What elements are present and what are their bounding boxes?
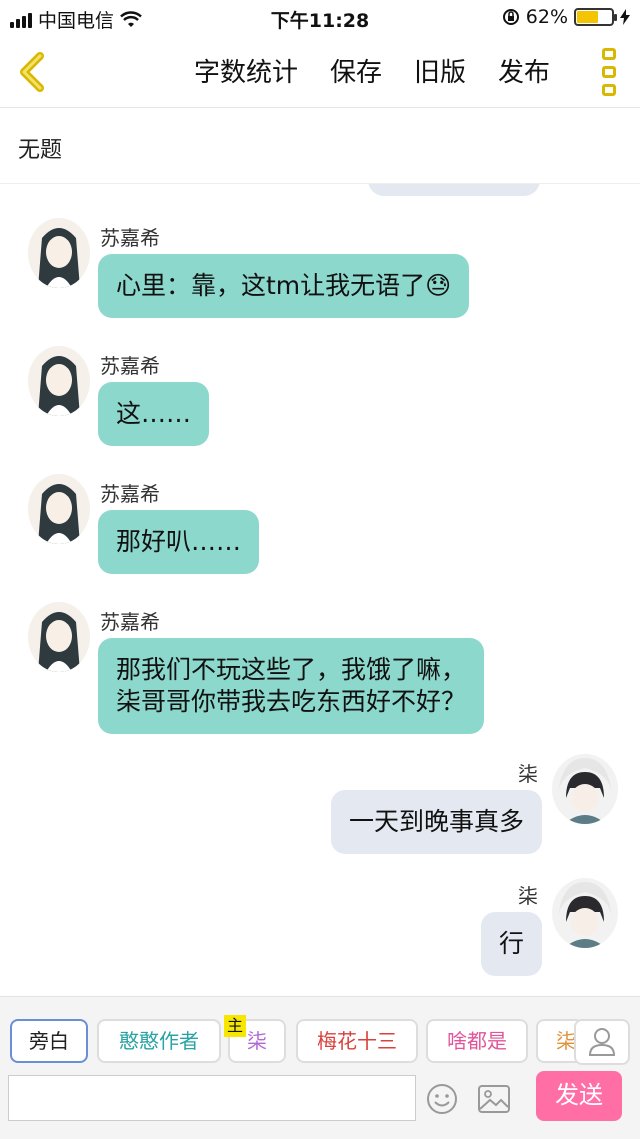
- message-text-line: 柒哥哥你带我去吃东西好不好？: [116, 687, 467, 716]
- top-nav: 字数统计 保存 旧版 发布: [0, 36, 640, 108]
- chat-area[interactable]: 苏嘉希 心里：靠，这tm让我无语了😓 苏嘉希 这…… 苏嘉希 那好叭…… 苏嘉希…: [0, 184, 640, 996]
- add-role-button[interactable]: [574, 1019, 630, 1065]
- more-menu-icon[interactable]: [602, 48, 618, 96]
- avatar[interactable]: [28, 602, 90, 672]
- charging-icon: [620, 9, 630, 25]
- message-bubble: 行: [480, 912, 542, 976]
- role-chip[interactable]: 憨憨作者: [97, 1019, 221, 1063]
- avatar[interactable]: [28, 474, 90, 544]
- message-bubble: 那好叭……: [98, 510, 260, 574]
- sender-name: 苏嘉希: [100, 354, 160, 378]
- role-chip[interactable]: 柒: [536, 1019, 578, 1063]
- message-text: 这……: [116, 399, 192, 428]
- battery-percent: 62%: [525, 6, 568, 28]
- message-bubble: 那我们不玩这些了，我饿了嘛， 柒哥哥你带我去吃东西好不好？: [98, 638, 485, 734]
- status-bar: 中国电信 下午11:28 62%: [0, 0, 640, 36]
- old-version-button[interactable]: 旧版: [414, 52, 466, 89]
- sweat-emoji-icon: 😓: [425, 271, 452, 300]
- main-role-badge: 主: [224, 1015, 246, 1037]
- avatar[interactable]: [552, 754, 618, 824]
- message-text: 那好叭……: [116, 527, 242, 556]
- avatar[interactable]: [552, 878, 618, 948]
- message-text: 一天到晚事真多: [348, 807, 524, 836]
- role-chip-label: 啥都是: [447, 1029, 507, 1053]
- sender-name: 苏嘉希: [100, 610, 160, 634]
- composer: 旁白 憨憨作者 柒 梅花十三 啥都是 柒 主 发送: [0, 996, 640, 1139]
- sender-name: 苏嘉希: [100, 482, 160, 506]
- back-chevron-icon[interactable]: [12, 50, 56, 94]
- orientation-lock-icon: [502, 9, 519, 25]
- message-text-line: 那我们不玩这些了，我饿了嘛，: [116, 655, 467, 684]
- role-chip-label: 梅花十三: [317, 1029, 397, 1053]
- send-button[interactable]: 发送: [536, 1071, 622, 1121]
- sender-name: 柒: [518, 884, 538, 908]
- image-icon[interactable]: [478, 1085, 510, 1113]
- avatar[interactable]: [28, 218, 90, 288]
- message-input[interactable]: [8, 1075, 416, 1121]
- publish-button[interactable]: 发布: [498, 52, 550, 89]
- person-icon: [588, 1028, 616, 1056]
- previous-message-bubble: [368, 184, 540, 196]
- avatar[interactable]: [28, 346, 90, 416]
- battery-icon: [574, 8, 617, 26]
- role-selector: 旁白 憨憨作者 柒 梅花十三 啥都是 柒: [8, 1019, 578, 1063]
- role-chip-label: 柒: [556, 1029, 576, 1053]
- emoji-icon[interactable]: [426, 1083, 458, 1115]
- message-bubble: 这……: [98, 382, 210, 446]
- sender-name: 苏嘉希: [100, 226, 160, 250]
- message-text: 心里：靠，这tm让我无语了: [116, 271, 426, 300]
- role-chip-narration[interactable]: 旁白: [10, 1019, 88, 1063]
- role-chip-label: 憨憨作者: [119, 1029, 199, 1053]
- story-title[interactable]: 无题: [0, 108, 640, 184]
- role-chip[interactable]: 啥都是: [426, 1019, 528, 1063]
- word-count-button[interactable]: 字数统计: [194, 52, 298, 89]
- message-bubble: 心里：靠，这tm让我无语了😓: [98, 254, 470, 318]
- sender-name: 柒: [518, 762, 538, 786]
- role-chip[interactable]: 梅花十三: [296, 1019, 418, 1063]
- role-chip-label: 柒: [247, 1029, 267, 1053]
- save-button[interactable]: 保存: [330, 52, 382, 89]
- role-chip-label: 旁白: [29, 1029, 69, 1053]
- message-text: 行: [498, 929, 524, 958]
- message-bubble: 一天到晚事真多: [330, 790, 542, 854]
